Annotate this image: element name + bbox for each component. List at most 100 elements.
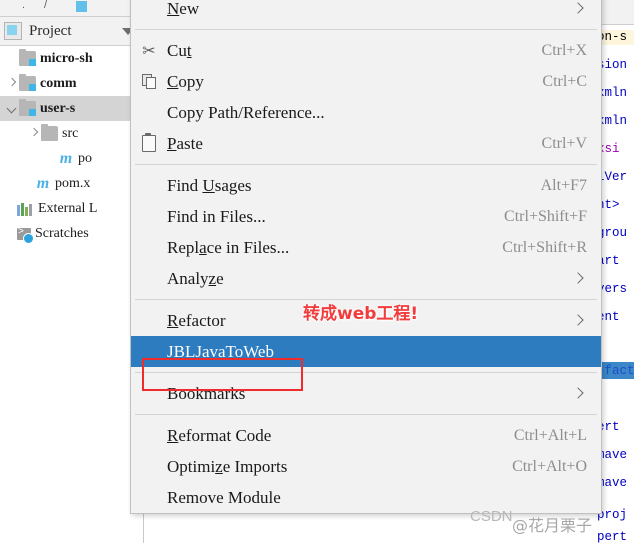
menu-icon-slot [131,451,167,482]
menu-item-label: New [167,0,200,18]
menu-item-label: Find in Files... [167,206,266,226]
annotation-red-rectangle [142,358,303,391]
tree-row[interactable]: comm [0,71,143,96]
menu-item-copy-path-reference[interactable]: Copy Path/Reference... [131,97,601,128]
menu-item-shortcut: Ctrl+X [541,41,587,59]
tree-row-label: Scratches [35,225,89,241]
menu-item-copy[interactable]: Copy Ctrl+C [131,66,601,97]
menu-item-label: Cut [167,40,192,60]
tree-row[interactable]: user-s [0,96,143,121]
menu-separator [135,164,597,165]
submenu-chevron-right-icon[interactable] [574,316,583,325]
module-chip-icon [76,1,87,12]
project-panel-header[interactable]: Project [0,17,143,46]
menu-icon-slot [131,482,167,513]
project-window-icon [4,22,22,40]
menu-item-label: Remove Module [167,487,281,507]
menu-item-shortcut: Ctrl+Alt+L [513,426,587,444]
menu-item-shortcut: Ctrl+V [541,134,587,152]
tree-row[interactable]: micro-sh [0,46,143,71]
annotation-callout-text: 转成web工程! [303,304,419,324]
paste-icon [131,128,167,159]
scissors-icon: ✂ [131,35,167,66]
watermark-csdn: CSDN [470,508,513,525]
menu-item-label: Reformat Code [167,425,272,445]
menu-item-cut[interactable]: ✂ Cut Ctrl+X [131,35,601,66]
tree-arrow-spacer [6,52,19,65]
menu-item-find-in-files[interactable]: Find in Files... Ctrl+Shift+F [131,201,601,232]
menu-item-replace-in-files[interactable]: Replace in Files... Ctrl+Shift+R [131,232,601,263]
menu-item-label: Paste [167,133,203,153]
code-line: .fact [597,364,634,378]
watermark-handle: @花月栗子 [512,516,593,535]
tree-row[interactable]: Scratches [0,221,143,246]
folder-icon [41,124,58,141]
scissors-glyph: ✂ [142,40,156,60]
tree-arrow-spacer [4,227,17,240]
toolbar-dot-icon: . [22,0,26,11]
copy-icon [131,66,167,97]
tree-row[interactable]: m pom.x [0,171,143,196]
tree-row-label: po [78,150,92,166]
paste-glyph [142,133,156,152]
maven-icon: m [36,175,50,192]
breadcrumb-separator-icon: / [44,0,48,11]
menu-icon-slot [131,97,167,128]
menu-item-label: Analyze [167,268,224,288]
tree-row[interactable]: m po [0,146,143,171]
chevron-right-icon[interactable] [6,77,19,90]
project-tool-window: . / Project micro-sh comm user-s src m po m pom… [0,0,144,543]
menu-item-label: Copy Path/Reference... [167,102,325,122]
project-panel-title: Project [29,22,72,39]
menu-item-analyze[interactable]: Analyze [131,263,601,294]
menu-separator [135,414,597,415]
menu-item-remove-module[interactable]: Remove Module [131,482,601,513]
tree-row-label: External L [38,200,98,216]
module-icon [19,99,36,116]
screenshot-root: . / Project micro-sh comm user-s src m po m pom… [0,0,634,543]
menu-item-find-usages[interactable]: Find Usages Alt+F7 [131,170,601,201]
menu-item-optimize-imports[interactable]: Optimize Imports Ctrl+Alt+O [131,451,601,482]
tree-row-label: user-s [40,100,76,116]
project-top-strip: . / [0,0,143,17]
menu-item-shortcut: Ctrl+Shift+F [504,207,587,225]
submenu-chevron-right-icon[interactable] [574,4,583,13]
context-menu[interactable]: New ✂ Cut Ctrl+X Copy Ctrl+C Copy Path/Referen… [130,0,602,514]
menu-icon-slot [131,0,167,24]
menu-icon-slot [131,232,167,263]
tree-row-label: pom.x [55,175,91,191]
menu-item-label: Optimize Imports [167,456,288,476]
menu-item-shortcut: Ctrl+Shift+R [502,238,587,256]
tree-row-label: micro-sh [40,50,93,66]
menu-separator [135,29,597,30]
tree-arrow-spacer [4,202,17,215]
code-line: pert [597,530,628,543]
tree-row[interactable]: src [0,121,143,146]
menu-icon-slot [131,420,167,451]
menu-item-new[interactable]: New [131,0,601,24]
tree-row-label: comm [40,75,77,91]
submenu-chevron-right-icon[interactable] [574,274,583,283]
menu-item-label: Find Usages [167,175,252,195]
menu-item-reformat-code[interactable]: Reformat Code Ctrl+Alt+L [131,420,601,451]
menu-icon-slot [131,170,167,201]
copy-glyph [141,74,157,89]
module-icon [19,74,36,91]
scratches-icon [17,226,34,244]
menu-item-shortcut: Ctrl+Alt+O [512,457,587,475]
menu-icon-slot [131,201,167,232]
submenu-chevron-right-icon[interactable] [574,389,583,398]
menu-icon-slot [131,305,167,336]
module-icon [19,49,36,66]
editor-tab-strip[interactable] [597,0,634,25]
menu-item-shortcut: Alt+F7 [540,176,587,194]
maven-icon: m [59,150,73,167]
tree-arrow-spacer [45,152,58,165]
tree-row[interactable]: External L [0,196,143,221]
tree-arrow-spacer [22,177,35,190]
chevron-down-icon[interactable] [6,102,19,115]
menu-icon-slot [131,263,167,294]
chevron-right-icon[interactable] [28,127,41,140]
menu-item-paste[interactable]: Paste Ctrl+V [131,128,601,159]
project-tree[interactable]: micro-sh comm user-s src m po m pom.x External L… [0,46,143,246]
